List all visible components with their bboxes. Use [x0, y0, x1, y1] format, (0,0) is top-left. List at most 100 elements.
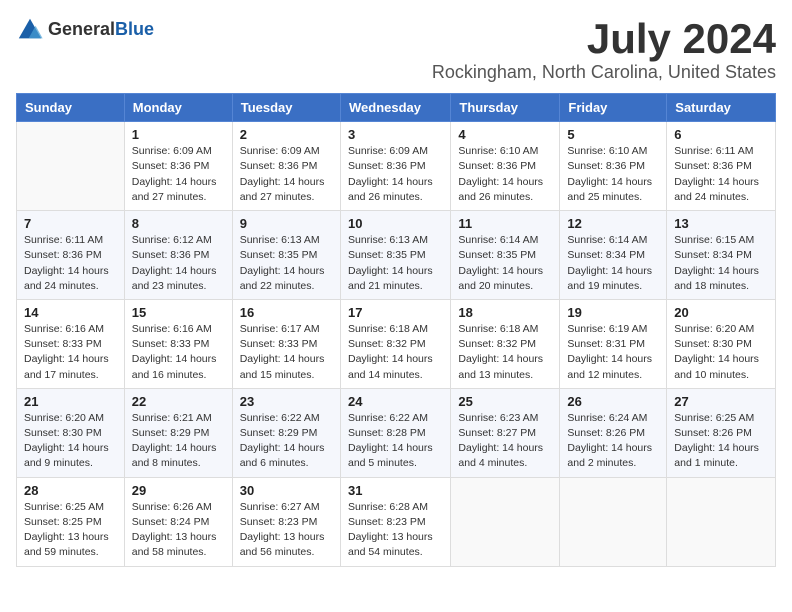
day-info: Sunrise: 6:14 AMSunset: 8:34 PMDaylight:… — [567, 233, 659, 294]
day-number: 29 — [132, 483, 225, 498]
weekday-header-row: SundayMondayTuesdayWednesdayThursdayFrid… — [17, 94, 776, 122]
day-number: 18 — [458, 305, 552, 320]
day-info: Sunrise: 6:18 AMSunset: 8:32 PMDaylight:… — [458, 322, 552, 383]
day-number: 17 — [348, 305, 443, 320]
day-number: 8 — [132, 216, 225, 231]
calendar-cell — [17, 122, 125, 211]
day-number: 22 — [132, 394, 225, 409]
day-info: Sunrise: 6:13 AMSunset: 8:35 PMDaylight:… — [348, 233, 443, 294]
day-info: Sunrise: 6:18 AMSunset: 8:32 PMDaylight:… — [348, 322, 443, 383]
calendar-cell: 16Sunrise: 6:17 AMSunset: 8:33 PMDayligh… — [232, 299, 340, 388]
day-number: 1 — [132, 127, 225, 142]
calendar-cell: 17 Sunrise: 6:18 AMSunset: 8:32 PMDayligh… — [340, 299, 450, 388]
day-info: Sunrise: 6:16 AMSunset: 8:33 PMDaylight:… — [132, 322, 225, 383]
day-number: 25 — [458, 394, 552, 409]
calendar-cell: 29 Sunrise: 6:26 AMSunset: 8:24 PMDayligh… — [124, 477, 232, 566]
weekday-header-saturday: Saturday — [667, 94, 776, 122]
weekday-header-thursday: Thursday — [451, 94, 560, 122]
weekday-header-sunday: Sunday — [17, 94, 125, 122]
calendar-cell: 31 Sunrise: 6:28 AMSunset: 8:23 PMDayligh… — [340, 477, 450, 566]
calendar-cell: 14 Sunrise: 6:16 AMSunset: 8:33 PMDayligh… — [17, 299, 125, 388]
day-number: 23 — [240, 394, 333, 409]
day-info: Sunrise: 6:09 AMSunset: 8:36 PMDaylight:… — [132, 144, 225, 205]
week-row-1: 1 Sunrise: 6:09 AMSunset: 8:36 PMDaylight… — [17, 122, 776, 211]
day-info: Sunrise: 6:10 AMSunset: 8:36 PMDaylight:… — [567, 144, 659, 205]
day-info: Sunrise: 6:09 AMSunset: 8:36 PMDaylight:… — [240, 144, 333, 205]
day-number: 9 — [240, 216, 333, 231]
day-info: Sunrise: 6:20 AMSunset: 8:30 PMDaylight:… — [24, 411, 117, 472]
calendar-cell: 28 Sunrise: 6:25 AMSunset: 8:25 PMDayligh… — [17, 477, 125, 566]
day-number: 26 — [567, 394, 659, 409]
calendar-cell: 6 Sunrise: 6:11 AMSunset: 8:36 PMDaylight… — [667, 122, 776, 211]
week-row-3: 14 Sunrise: 6:16 AMSunset: 8:33 PMDayligh… — [17, 299, 776, 388]
calendar-cell: 3 Sunrise: 6:09 AMSunset: 8:36 PMDaylight… — [340, 122, 450, 211]
calendar-cell: 7 Sunrise: 6:11 AMSunset: 8:36 PMDaylight… — [17, 211, 125, 300]
day-number: 15 — [132, 305, 225, 320]
day-number: 11 — [458, 216, 552, 231]
calendar-cell: 13 Sunrise: 6:15 AMSunset: 8:34 PMDayligh… — [667, 211, 776, 300]
day-number: 20 — [674, 305, 768, 320]
calendar-cell: 12 Sunrise: 6:14 AMSunset: 8:34 PMDayligh… — [560, 211, 667, 300]
page-header: GeneralBlue July 2024 Rockingham, North … — [16, 16, 776, 83]
calendar-cell: 4Sunrise: 6:10 AMSunset: 8:36 PMDaylight… — [451, 122, 560, 211]
day-info: Sunrise: 6:25 AMSunset: 8:26 PMDaylight:… — [674, 411, 768, 472]
location-title: Rockingham, North Carolina, United State… — [432, 62, 776, 83]
day-info: Sunrise: 6:24 AMSunset: 8:26 PMDaylight:… — [567, 411, 659, 472]
calendar-table: SundayMondayTuesdayWednesdayThursdayFrid… — [16, 93, 776, 566]
calendar-cell: 11Sunrise: 6:14 AMSunset: 8:35 PMDayligh… — [451, 211, 560, 300]
day-number: 6 — [674, 127, 768, 142]
day-info: Sunrise: 6:12 AMSunset: 8:36 PMDaylight:… — [132, 233, 225, 294]
day-info: Sunrise: 6:22 AMSunset: 8:28 PMDaylight:… — [348, 411, 443, 472]
calendar-cell: 25 Sunrise: 6:23 AMSunset: 8:27 PMDayligh… — [451, 388, 560, 477]
day-info: Sunrise: 6:09 AMSunset: 8:36 PMDaylight:… — [348, 144, 443, 205]
day-info: Sunrise: 6:17 AMSunset: 8:33 PMDaylight:… — [240, 322, 333, 383]
day-number: 3 — [348, 127, 443, 142]
calendar-cell — [667, 477, 776, 566]
day-number: 12 — [567, 216, 659, 231]
calendar-cell: 15 Sunrise: 6:16 AMSunset: 8:33 PMDayligh… — [124, 299, 232, 388]
weekday-header-tuesday: Tuesday — [232, 94, 340, 122]
title-section: July 2024 Rockingham, North Carolina, Un… — [432, 16, 776, 83]
day-number: 19 — [567, 305, 659, 320]
day-number: 30 — [240, 483, 333, 498]
calendar-cell: 1 Sunrise: 6:09 AMSunset: 8:36 PMDaylight… — [124, 122, 232, 211]
logo-icon — [16, 16, 44, 44]
logo: GeneralBlue — [16, 16, 154, 44]
day-number: 28 — [24, 483, 117, 498]
calendar-cell — [451, 477, 560, 566]
day-number: 7 — [24, 216, 117, 231]
day-number: 5 — [567, 127, 659, 142]
calendar-cell: 18 Sunrise: 6:18 AMSunset: 8:32 PMDayligh… — [451, 299, 560, 388]
day-info: Sunrise: 6:10 AMSunset: 8:36 PMDaylight:… — [458, 144, 552, 205]
day-info: Sunrise: 6:28 AMSunset: 8:23 PMDaylight:… — [348, 500, 443, 561]
calendar-cell: 9 Sunrise: 6:13 AMSunset: 8:35 PMDaylight… — [232, 211, 340, 300]
day-info: Sunrise: 6:11 AMSunset: 8:36 PMDaylight:… — [24, 233, 117, 294]
calendar-cell — [560, 477, 667, 566]
weekday-header-friday: Friday — [560, 94, 667, 122]
calendar-cell: 27 Sunrise: 6:25 AMSunset: 8:26 PMDayligh… — [667, 388, 776, 477]
day-info: Sunrise: 6:23 AMSunset: 8:27 PMDaylight:… — [458, 411, 552, 472]
day-number: 27 — [674, 394, 768, 409]
week-row-5: 28 Sunrise: 6:25 AMSunset: 8:25 PMDayligh… — [17, 477, 776, 566]
day-info: Sunrise: 6:16 AMSunset: 8:33 PMDaylight:… — [24, 322, 117, 383]
calendar-cell: 22Sunrise: 6:21 AMSunset: 8:29 PMDayligh… — [124, 388, 232, 477]
calendar-cell: 8 Sunrise: 6:12 AMSunset: 8:36 PMDaylight… — [124, 211, 232, 300]
day-info: Sunrise: 6:20 AMSunset: 8:30 PMDaylight:… — [674, 322, 768, 383]
day-info: Sunrise: 6:13 AMSunset: 8:35 PMDaylight:… — [240, 233, 333, 294]
weekday-header-wednesday: Wednesday — [340, 94, 450, 122]
weekday-header-monday: Monday — [124, 94, 232, 122]
calendar-cell: 5 Sunrise: 6:10 AMSunset: 8:36 PMDaylight… — [560, 122, 667, 211]
day-number: 13 — [674, 216, 768, 231]
day-number: 31 — [348, 483, 443, 498]
day-info: Sunrise: 6:26 AMSunset: 8:24 PMDaylight:… — [132, 500, 225, 561]
week-row-4: 21Sunrise: 6:20 AMSunset: 8:30 PMDayligh… — [17, 388, 776, 477]
calendar-cell: 10 Sunrise: 6:13 AMSunset: 8:35 PMDayligh… — [340, 211, 450, 300]
day-number: 14 — [24, 305, 117, 320]
day-info: Sunrise: 6:25 AMSunset: 8:25 PMDaylight:… — [24, 500, 117, 561]
day-info: Sunrise: 6:15 AMSunset: 8:34 PMDaylight:… — [674, 233, 768, 294]
day-info: Sunrise: 6:19 AMSunset: 8:31 PMDaylight:… — [567, 322, 659, 383]
day-info: Sunrise: 6:11 AMSunset: 8:36 PMDaylight:… — [674, 144, 768, 205]
day-number: 10 — [348, 216, 443, 231]
day-number: 24 — [348, 394, 443, 409]
calendar-cell: 21Sunrise: 6:20 AMSunset: 8:30 PMDayligh… — [17, 388, 125, 477]
